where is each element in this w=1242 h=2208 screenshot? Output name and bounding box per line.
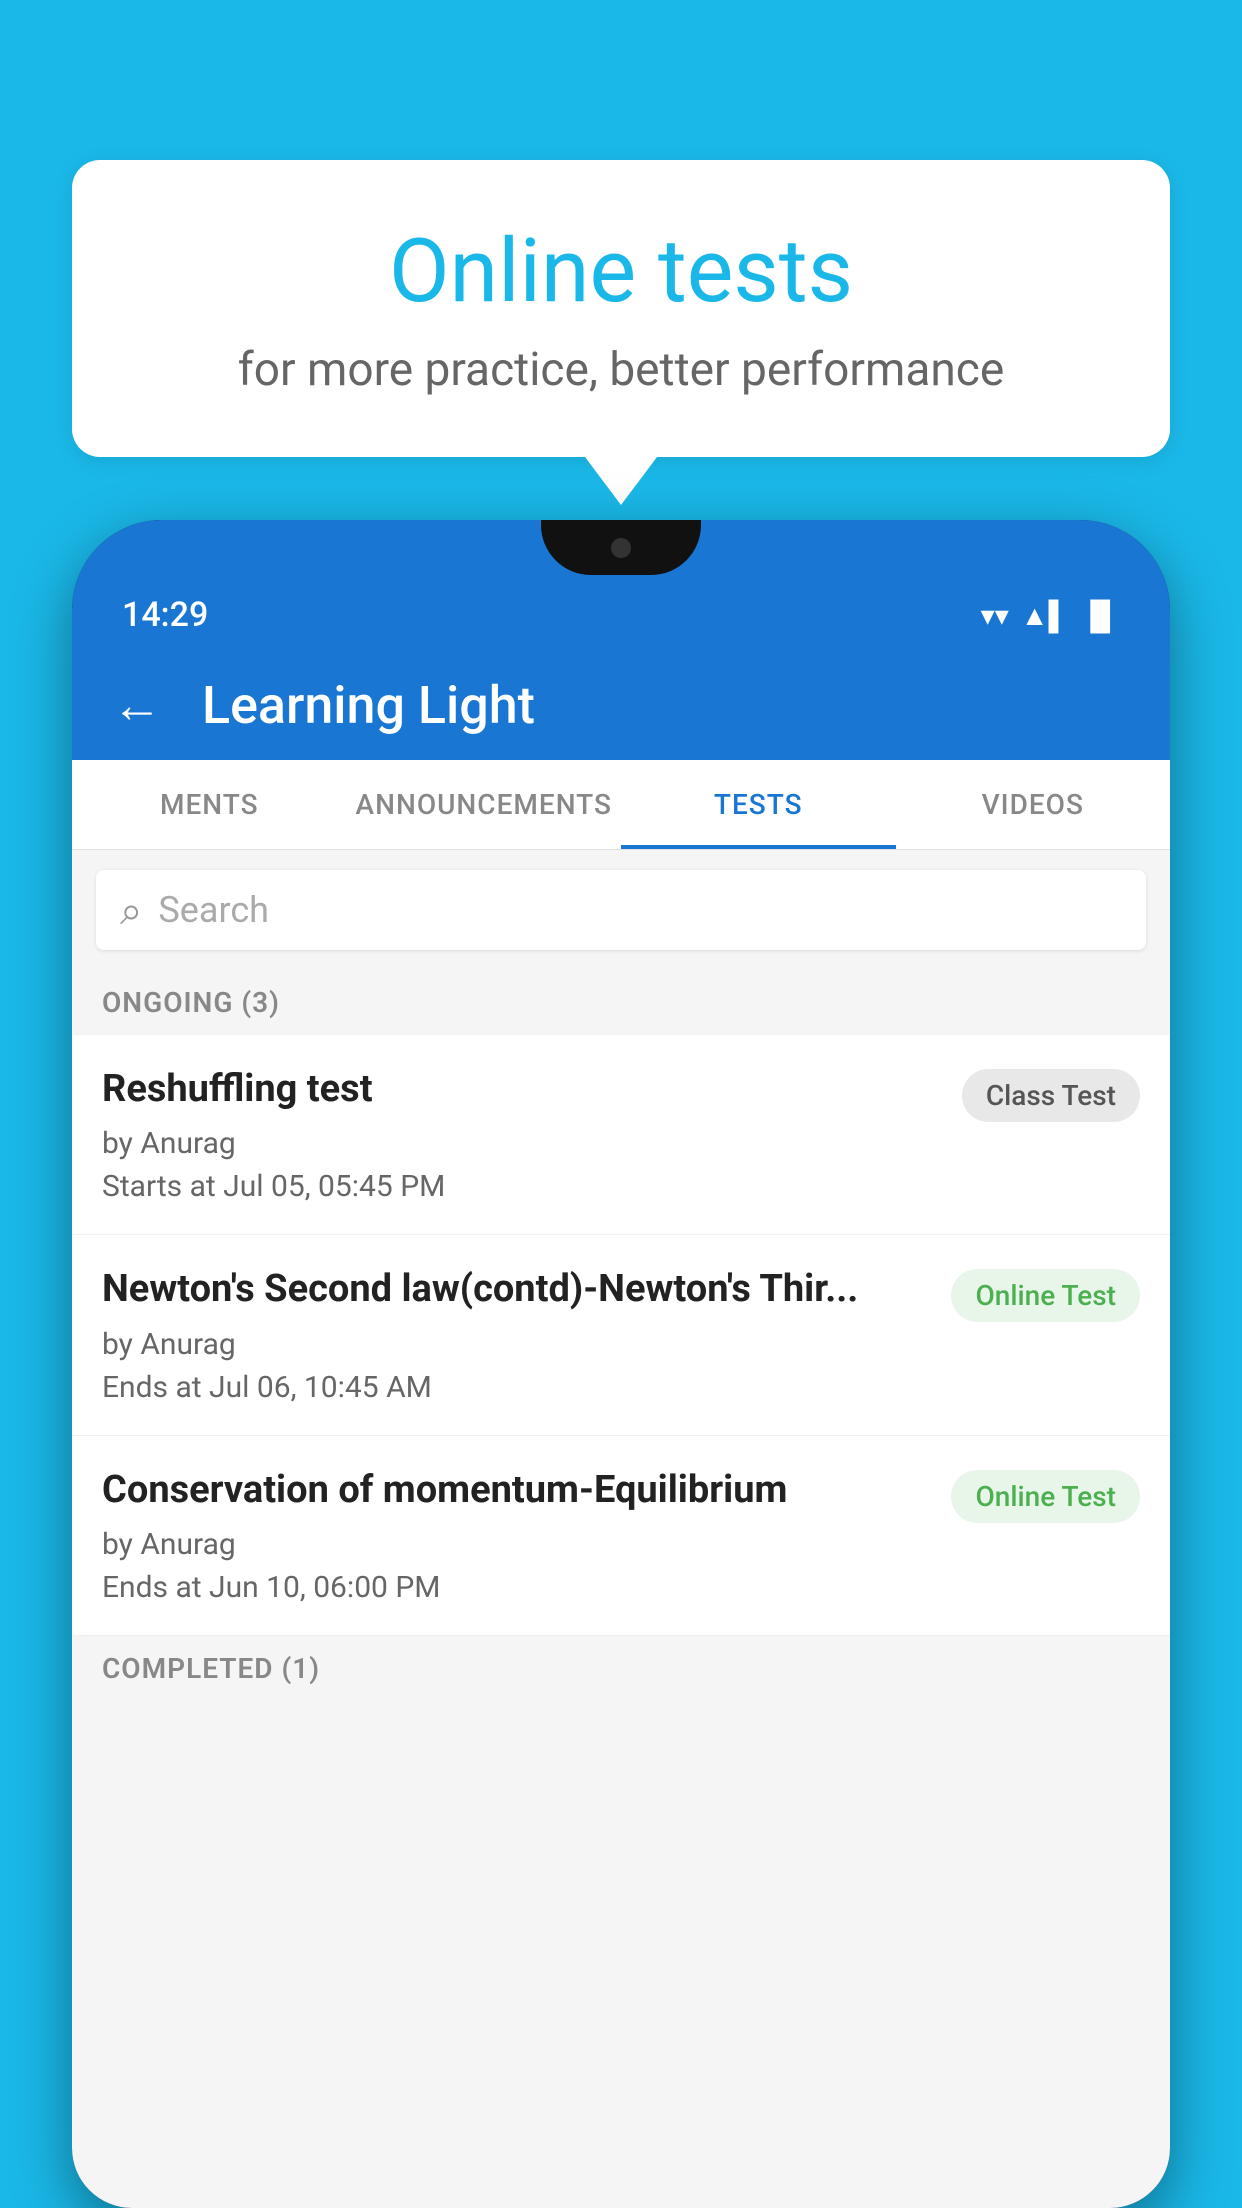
ongoing-section-header: ONGOING (3) xyxy=(72,970,1170,1035)
ongoing-label: ONGOING (3) xyxy=(102,986,280,1019)
status-icons: ▾▾ ▲▌ ▐▌ xyxy=(981,599,1120,632)
test-title-conservation: Conservation of momentum-Equilibrium xyxy=(102,1466,931,1515)
tab-ments[interactable]: MENTS xyxy=(72,760,347,849)
notch-area xyxy=(72,520,1170,580)
test-date-newton: Ends at Jul 06, 10:45 AM xyxy=(102,1370,931,1405)
test-by-reshuffling: by Anurag xyxy=(102,1126,942,1161)
tabs-bar: MENTS ANNOUNCEMENTS TESTS VIDEOS xyxy=(72,760,1170,850)
back-button[interactable]: ← xyxy=(112,676,162,735)
test-title-reshuffling: Reshuffling test xyxy=(102,1065,942,1114)
screen-content: ⌕ Search ONGOING (3) Reshuffling test by… xyxy=(72,850,1170,2208)
notch xyxy=(541,520,701,575)
badge-reshuffling: Class Test xyxy=(962,1069,1140,1122)
tab-videos[interactable]: VIDEOS xyxy=(896,760,1171,849)
bubble-subtitle: for more practice, better performance xyxy=(122,343,1120,397)
test-item-newton[interactable]: Newton's Second law(contd)-Newton's Thir… xyxy=(72,1235,1170,1435)
search-bar[interactable]: ⌕ Search xyxy=(96,870,1146,950)
app-title: Learning Light xyxy=(202,675,535,736)
battery-icon: ▐▌ xyxy=(1080,599,1120,632)
completed-label: COMPLETED (1) xyxy=(102,1652,320,1685)
test-by-newton: by Anurag xyxy=(102,1327,931,1362)
app-bar: ← Learning Light xyxy=(72,650,1170,760)
status-bar: 14:29 ▾▾ ▲▌ ▐▌ xyxy=(72,580,1170,650)
test-item-reshuffling[interactable]: Reshuffling test by Anurag Starts at Jul… xyxy=(72,1035,1170,1235)
completed-section-header: COMPLETED (1) xyxy=(72,1636,1170,1701)
test-title-newton: Newton's Second law(contd)-Newton's Thir… xyxy=(102,1265,931,1314)
speech-bubble: Online tests for more practice, better p… xyxy=(72,160,1170,457)
test-info-conservation: Conservation of momentum-Equilibrium by … xyxy=(102,1466,931,1605)
test-date-reshuffling: Starts at Jul 05, 05:45 PM xyxy=(102,1169,942,1204)
phone-frame: 14:29 ▾▾ ▲▌ ▐▌ ← Learning Light MENTS AN… xyxy=(72,520,1170,2208)
search-placeholder: Search xyxy=(158,889,269,931)
tab-announcements[interactable]: ANNOUNCEMENTS xyxy=(347,760,622,849)
test-info-reshuffling: Reshuffling test by Anurag Starts at Jul… xyxy=(102,1065,942,1204)
search-icon: ⌕ xyxy=(120,887,142,934)
badge-newton: Online Test xyxy=(951,1269,1140,1322)
status-time: 14:29 xyxy=(122,595,208,635)
test-info-newton: Newton's Second law(contd)-Newton's Thir… xyxy=(102,1265,931,1404)
badge-conservation: Online Test xyxy=(951,1470,1140,1523)
camera xyxy=(611,538,631,558)
bubble-title: Online tests xyxy=(122,220,1120,323)
test-date-conservation: Ends at Jun 10, 06:00 PM xyxy=(102,1570,931,1605)
signal-icon: ▲▌ xyxy=(1021,599,1069,632)
tab-tests[interactable]: TESTS xyxy=(621,760,896,849)
test-by-conservation: by Anurag xyxy=(102,1527,931,1562)
test-item-conservation[interactable]: Conservation of momentum-Equilibrium by … xyxy=(72,1436,1170,1636)
wifi-icon: ▾▾ xyxy=(981,599,1009,632)
